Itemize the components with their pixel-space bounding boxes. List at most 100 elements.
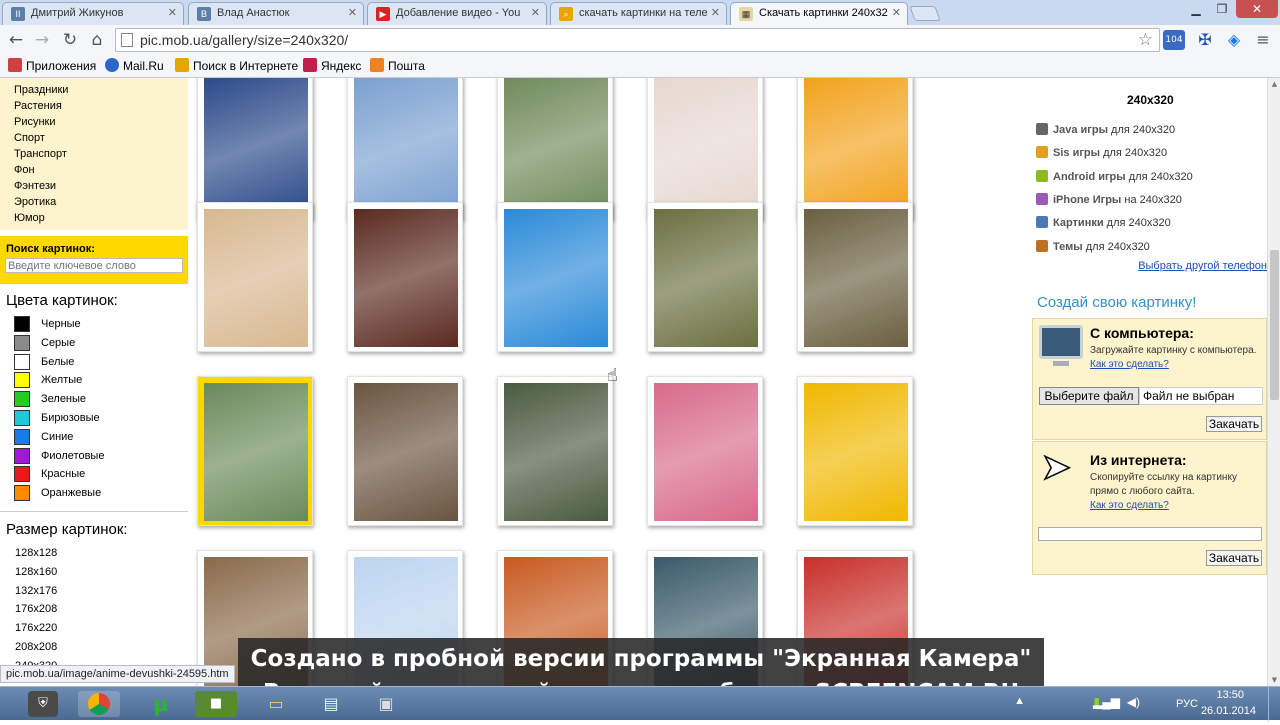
gallery-thumbnail[interactable] (497, 202, 613, 352)
world-of-tanks-icon[interactable]: ⛨ (28, 691, 58, 717)
address-bar[interactable]: ☆ (115, 28, 1160, 52)
back-icon[interactable]: ← (6, 30, 26, 50)
extension-bookmark-icon[interactable]: ✠ (1194, 30, 1216, 50)
platform-size: для 240x320 (1107, 124, 1176, 136)
search-input[interactable] (5, 258, 183, 273)
tray-network-icon[interactable]: ▂▄▆ (1093, 695, 1120, 709)
scroll-down-icon[interactable]: ▼ (1270, 676, 1279, 684)
close-tab-icon[interactable]: ✕ (168, 3, 177, 24)
size-link[interactable]: 128x128 (15, 547, 57, 559)
minecraft-icon[interactable]: ■ (195, 691, 237, 717)
bookmark-yandex[interactable]: Яндекс (303, 58, 361, 74)
computer-icon[interactable]: ▤ (310, 691, 352, 717)
gallery-thumbnail[interactable] (347, 78, 463, 220)
upload-url-button[interactable]: Закачать (1206, 550, 1262, 566)
tab-1[interactable]: II Дмитрий Жикунов ✕ (2, 2, 184, 25)
home-icon[interactable]: ⌂ (87, 30, 107, 50)
gallery-thumbnail[interactable] (347, 376, 463, 526)
gallery-thumbnail[interactable] (347, 202, 463, 352)
color-swatch (14, 353, 30, 370)
size-link[interactable]: 128x160 (15, 566, 57, 578)
category-link[interactable]: Спорт (14, 131, 45, 146)
bookmark-poshta[interactable]: Пошта (370, 58, 425, 74)
image-url-input[interactable] (1038, 527, 1262, 541)
platform-link[interactable]: iPhone Игры на 240x320 (1036, 192, 1182, 209)
gallery-thumbnail[interactable] (497, 376, 613, 526)
close-tab-icon[interactable]: ✕ (711, 3, 720, 24)
bookmark-search[interactable]: Поиск в Интернете (175, 58, 298, 74)
language-indicator[interactable]: РУС (1176, 698, 1198, 710)
extension-badge-icon[interactable]: ◈ (1223, 30, 1245, 50)
gallery-thumbnail[interactable] (197, 376, 313, 526)
tab-5-active[interactable]: ▦ Скачать картинки 240x32 ✕ (730, 2, 908, 25)
tab-2[interactable]: B Влад Анастюк ✕ (188, 2, 364, 25)
gallery-thumbnail[interactable] (797, 376, 913, 526)
reload-icon[interactable]: ↻ (60, 30, 80, 50)
vertical-scrollbar[interactable]: ▲ ▼ (1267, 78, 1280, 686)
close-tab-icon[interactable]: ✕ (892, 3, 901, 24)
tab-3[interactable]: ▶ Добавление видео - You ✕ (367, 2, 547, 25)
clock-time[interactable]: 13:50 (1216, 689, 1244, 701)
howto-link[interactable]: Как это сделать? (1090, 500, 1169, 511)
gallery-thumbnail[interactable] (647, 202, 763, 352)
category-link[interactable]: Рисунки (14, 115, 56, 130)
gallery-thumbnail[interactable] (647, 78, 763, 220)
platform-link[interactable]: Темы для 240x320 (1036, 239, 1150, 256)
category-link[interactable]: Транспорт (14, 147, 67, 162)
gallery-thumbnail[interactable] (797, 78, 913, 220)
close-window-icon[interactable]: ✕ (1236, 0, 1278, 18)
platform-link[interactable]: Java игры для 240x320 (1036, 123, 1175, 139)
tab-4[interactable]: ⌕ скачать картинки на теле ✕ (550, 2, 727, 25)
scroll-up-icon[interactable]: ▲ (1270, 80, 1279, 88)
close-tab-icon[interactable]: ✕ (531, 3, 540, 24)
screencam-icon[interactable]: ▣ (365, 691, 407, 717)
size-link[interactable]: 176x208 (15, 603, 57, 615)
gallery-thumbnail[interactable] (197, 202, 313, 352)
close-tab-icon[interactable]: ✕ (348, 3, 357, 24)
folder-icon[interactable]: ▭ (255, 691, 297, 717)
gallery-thumbnail[interactable] (797, 202, 913, 352)
platform-link[interactable]: Android игры для 240x320 (1036, 169, 1193, 186)
howto-link[interactable]: Как это сделать? (1090, 359, 1169, 370)
tray-arrow-icon[interactable]: ▲ (1014, 695, 1025, 707)
minimize-icon[interactable]: ▁ (1184, 0, 1208, 18)
category-link[interactable]: Растения (14, 99, 62, 114)
gallery-thumbnail[interactable] (647, 376, 763, 526)
category-link[interactable]: Эротика (14, 195, 56, 210)
page-viewport: Праздники Растения Рисунки Спорт Транспо… (0, 78, 1267, 686)
size-link[interactable]: 132x176 (15, 585, 57, 597)
category-link[interactable]: Фон (14, 163, 35, 178)
extension-counter-icon[interactable]: 104 (1163, 30, 1185, 50)
apps-grid-icon (8, 58, 22, 72)
utorrent-icon[interactable]: µ (140, 691, 182, 717)
size-link[interactable]: 176x220 (15, 622, 57, 634)
platform-link[interactable]: Sis игры для 240x320 (1036, 146, 1167, 162)
bookmark-mailru[interactable]: Mail.Ru (105, 58, 164, 74)
platform-name: Android игры (1053, 170, 1126, 183)
choose-file-button[interactable]: Выберите файл (1039, 387, 1139, 405)
mouse-cursor-icon: ☝ (607, 365, 618, 386)
color-swatch (14, 391, 30, 408)
upload-button[interactable]: Закачать (1206, 416, 1262, 432)
show-desktop-button[interactable] (1268, 687, 1280, 721)
category-link[interactable]: Юмор (14, 211, 45, 226)
platform-link[interactable]: Картинки для 240x320 (1036, 216, 1171, 232)
gallery-thumbnail[interactable] (197, 78, 313, 220)
bookmark-star-icon[interactable]: ☆ (1138, 30, 1153, 50)
color-label: Желтые (41, 374, 83, 387)
menu-icon[interactable]: ≡ (1252, 30, 1274, 50)
change-phone-link[interactable]: Выбрать другой телефон (1138, 260, 1267, 272)
forward-icon[interactable]: → (32, 30, 52, 50)
clock-date[interactable]: 26.01.2014 (1201, 705, 1256, 717)
category-link[interactable]: Праздники (14, 83, 68, 98)
scrollbar-thumb[interactable] (1270, 250, 1279, 400)
url-input[interactable] (140, 31, 1120, 49)
new-tab-button[interactable] (909, 6, 941, 21)
bookmark-apps[interactable]: Приложения (8, 58, 96, 74)
maximize-icon[interactable]: ❐ (1210, 0, 1234, 18)
size-link[interactable]: 208x208 (15, 641, 57, 653)
chrome-icon[interactable] (78, 691, 120, 717)
gallery-thumbnail[interactable] (497, 78, 613, 220)
category-link[interactable]: Фэнтези (14, 179, 56, 194)
tray-volume-icon[interactable]: ◀) (1127, 695, 1140, 709)
